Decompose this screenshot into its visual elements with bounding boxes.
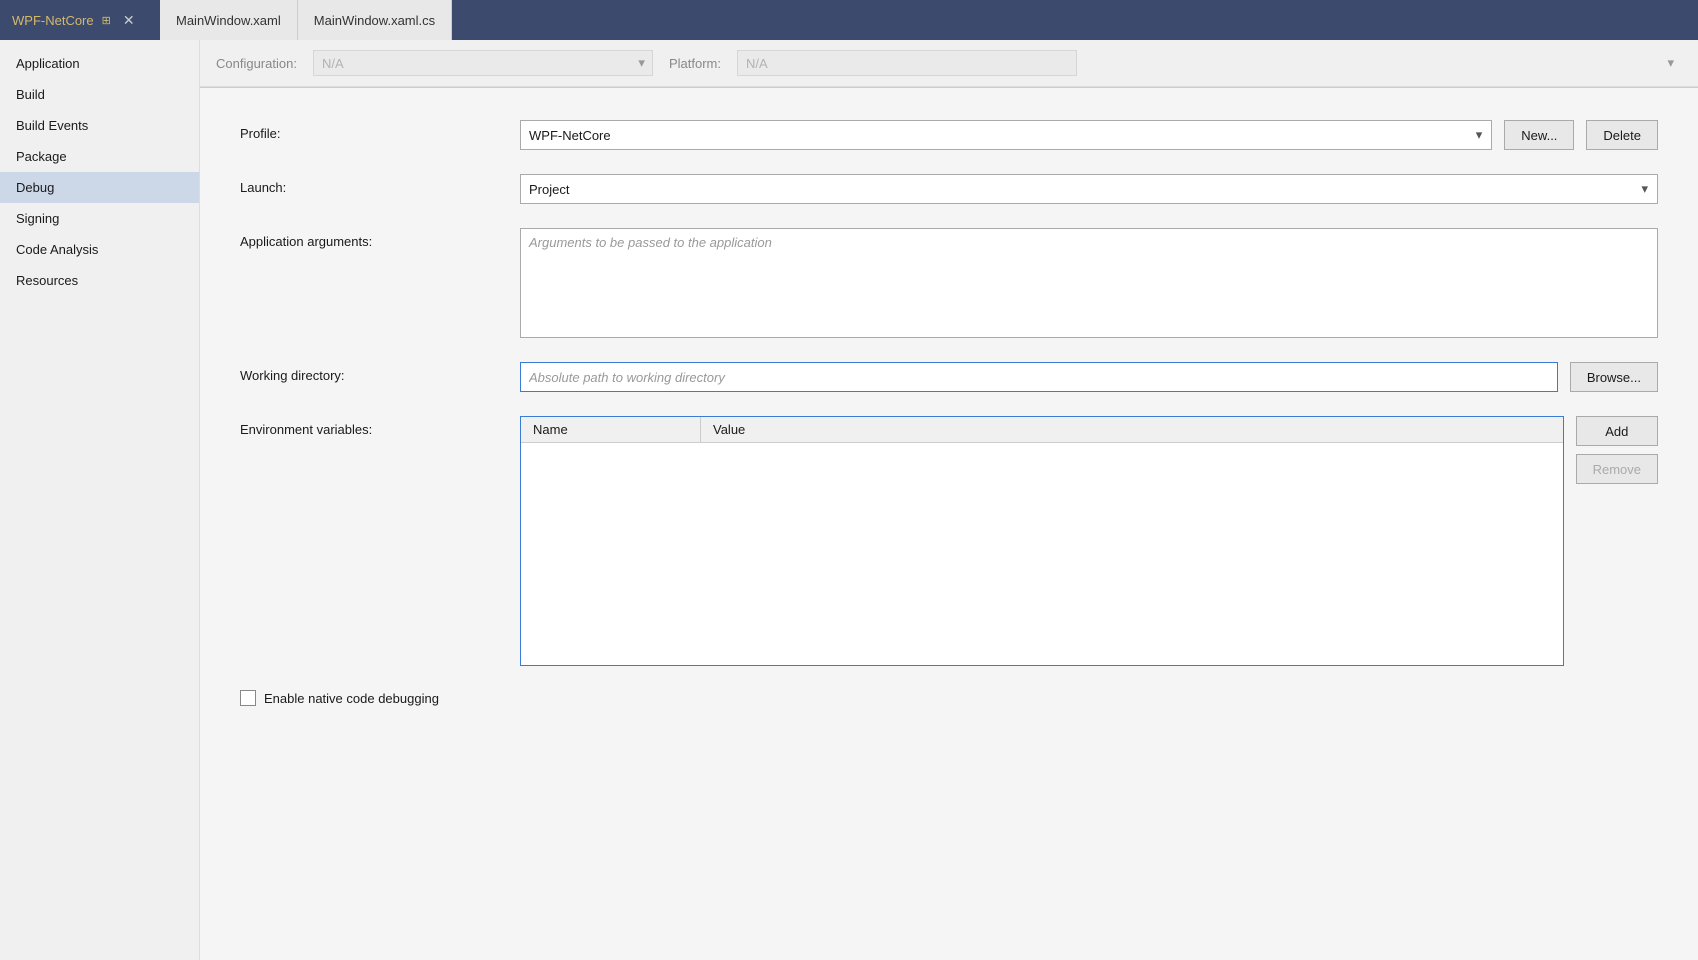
delete-button[interactable]: Delete — [1586, 120, 1658, 150]
env-vars-row: Environment variables: Name Value Add — [240, 416, 1658, 666]
env-vars-table: Name Value — [520, 416, 1564, 666]
pin-icon[interactable]: ⊞ — [102, 14, 111, 27]
sidebar-item-signing[interactable]: Signing — [0, 203, 199, 234]
file-tab-mainwindow-xaml-cs[interactable]: MainWindow.xaml.cs — [298, 0, 452, 40]
working-dir-input[interactable] — [520, 362, 1558, 392]
app-args-label: Application arguments: — [240, 228, 520, 249]
sidebar-item-application[interactable]: Application — [0, 48, 199, 79]
platform-label: Platform: — [669, 56, 721, 71]
platform-select[interactable]: N/A — [737, 50, 1077, 76]
native-debug-row: Enable native code debugging — [240, 690, 1658, 706]
launch-row: Launch: Project — [240, 174, 1658, 204]
profile-control-wrapper: WPF-NetCore New... Delete — [520, 120, 1658, 150]
profile-label: Profile: — [240, 120, 520, 141]
profile-row: Profile: WPF-NetCore New... Delete — [240, 120, 1658, 150]
working-dir-row: Working directory: Browse... — [240, 362, 1658, 392]
configuration-label: Configuration: — [216, 56, 297, 71]
project-tab[interactable]: WPF-NetCore ⊞ ✕ — [0, 0, 160, 40]
app-args-control-wrapper — [520, 228, 1658, 338]
env-vars-control-wrapper: Name Value Add Remove — [520, 416, 1658, 666]
project-tab-name: WPF-NetCore — [12, 13, 94, 28]
launch-select[interactable]: Project — [520, 174, 1658, 204]
close-icon[interactable]: ✕ — [119, 10, 139, 31]
sidebar-item-debug[interactable]: Debug — [0, 172, 199, 203]
app-args-row: Application arguments: — [240, 228, 1658, 338]
working-dir-control-wrapper: Browse... — [520, 362, 1658, 392]
sidebar-item-code-analysis[interactable]: Code Analysis — [0, 234, 199, 265]
working-dir-label: Working directory: — [240, 362, 520, 383]
env-vars-container: Name Value Add Remove — [520, 416, 1658, 666]
main-layout: Application Build Build Events Package D… — [0, 40, 1698, 960]
sidebar: Application Build Build Events Package D… — [0, 40, 200, 960]
sidebar-item-build-events[interactable]: Build Events — [0, 110, 199, 141]
profile-select[interactable]: WPF-NetCore — [520, 120, 1492, 150]
content-area: Configuration: N/A Platform: N/A Profile… — [200, 40, 1698, 960]
launch-label: Launch: — [240, 174, 520, 195]
env-vars-col-name: Name — [521, 417, 701, 442]
config-bar: Configuration: N/A Platform: N/A — [200, 40, 1698, 87]
env-vars-header: Name Value — [521, 417, 1563, 443]
launch-select-wrapper: Project — [520, 174, 1658, 204]
platform-select-wrapper: N/A — [737, 50, 1682, 76]
app-args-textarea[interactable] — [520, 228, 1658, 338]
env-vars-label: Environment variables: — [240, 416, 520, 437]
sidebar-item-resources[interactable]: Resources — [0, 265, 199, 296]
file-tab-mainwindow-xaml[interactable]: MainWindow.xaml — [160, 0, 298, 40]
title-bar: WPF-NetCore ⊞ ✕ MainWindow.xaml MainWind… — [0, 0, 1698, 40]
env-vars-body[interactable] — [521, 443, 1563, 659]
add-button[interactable]: Add — [1576, 416, 1658, 446]
launch-control-wrapper: Project — [520, 174, 1658, 204]
remove-button[interactable]: Remove — [1576, 454, 1658, 484]
new-button[interactable]: New... — [1504, 120, 1574, 150]
browse-button[interactable]: Browse... — [1570, 362, 1658, 392]
native-debug-checkbox[interactable] — [240, 690, 256, 706]
configuration-select[interactable]: N/A — [313, 50, 653, 76]
form-area: Profile: WPF-NetCore New... Delete Launc… — [200, 88, 1698, 960]
configuration-select-wrapper: N/A — [313, 50, 653, 76]
env-vars-col-value: Value — [701, 417, 1563, 442]
sidebar-item-package[interactable]: Package — [0, 141, 199, 172]
sidebar-item-build[interactable]: Build — [0, 79, 199, 110]
profile-select-wrapper: WPF-NetCore — [520, 120, 1492, 150]
native-debug-label: Enable native code debugging — [264, 691, 439, 706]
env-vars-actions: Add Remove — [1576, 416, 1658, 484]
